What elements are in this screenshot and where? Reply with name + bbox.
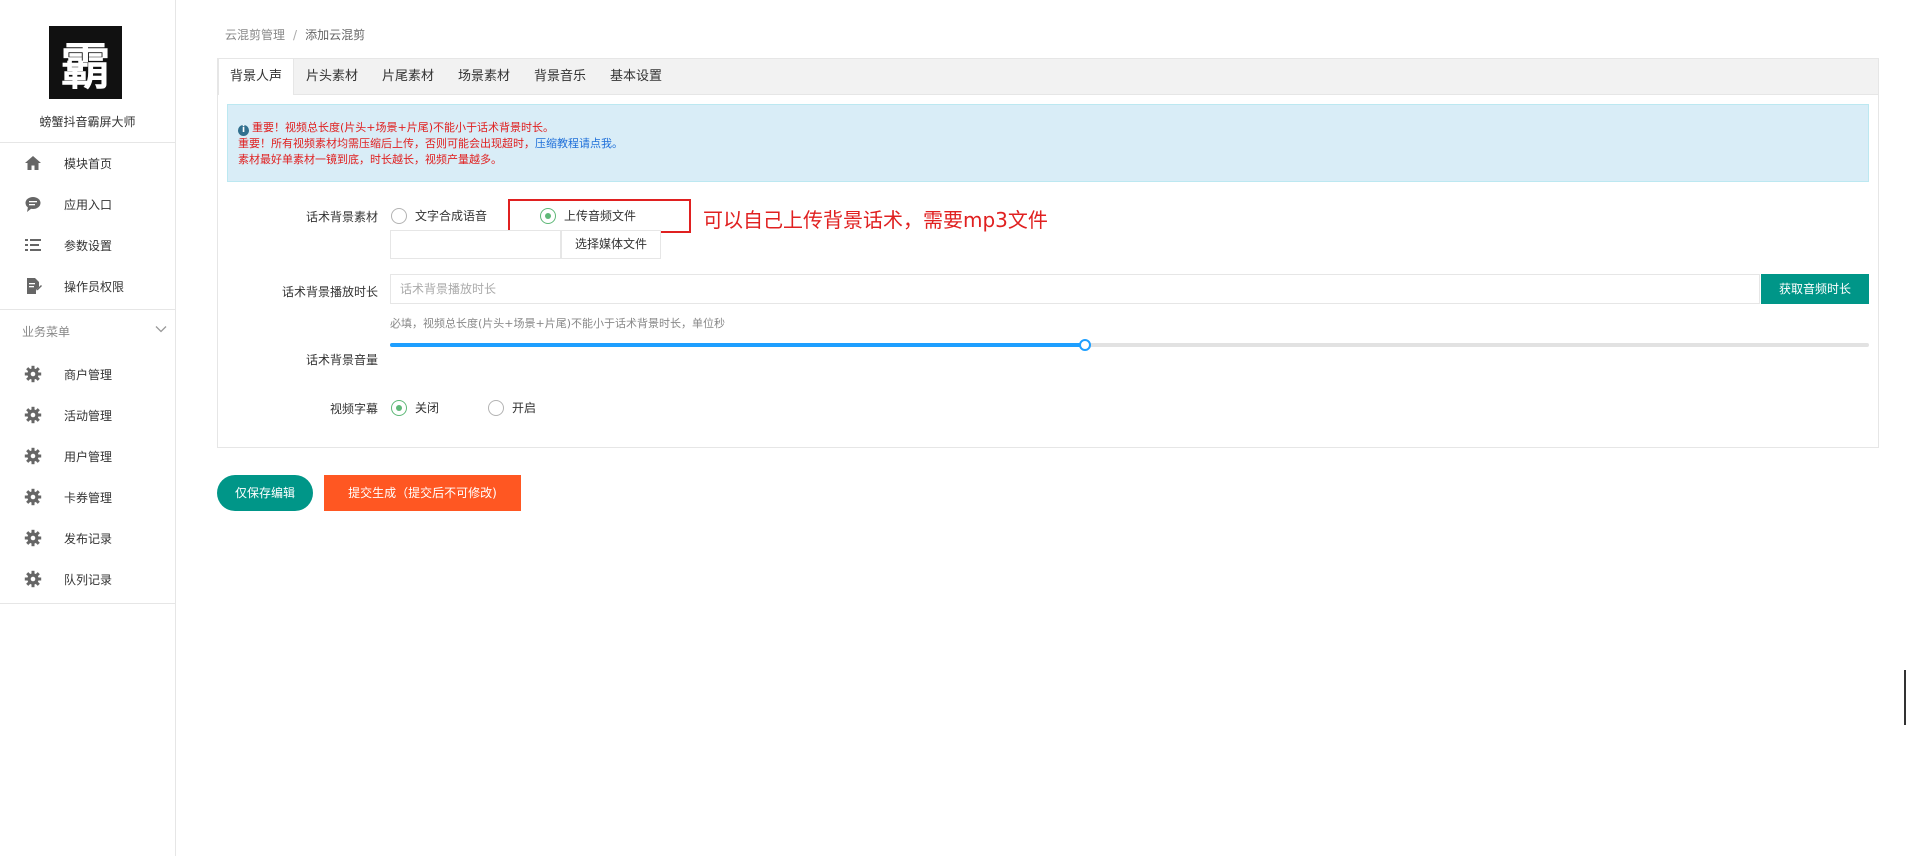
nav-item-label: 发布记录 (64, 531, 113, 546)
nav-item-queue-records[interactable]: 队列记录 (0, 559, 175, 599)
radio-tts-label: 文字合成语音 (415, 209, 488, 223)
bg-material-label: 话术背景素材 (305, 210, 378, 224)
volume-slider[interactable] (390, 339, 1869, 351)
notice-text-2: 重要！所有视频素材均需压缩后上传，否则可能会出现超时， (238, 137, 535, 150)
form-panel: 背景人声 片头素材 片尾素材 场景素材 背景音乐 基本设置 i 重要！视频总长度(… (217, 58, 1879, 448)
tab-background-voice[interactable]: 背景人声 (218, 59, 294, 95)
nav-item-label: 应用入口 (64, 197, 113, 212)
nav-item-label: 参数设置 (64, 238, 113, 253)
subtitle-label: 视频字幕 (329, 402, 378, 416)
sidebar: 霸 螃蟹抖音霸屏大师 模块首页 应用入口 参数设置 操作员权限 业务菜单 商户管… (0, 0, 176, 856)
app-logo: 霸 (49, 26, 122, 99)
nav-item-label: 活动管理 (64, 408, 113, 423)
nav-item-label: 卡券管理 (64, 490, 113, 505)
tab-bar: 背景人声 片头素材 片尾素材 场景素材 背景音乐 基本设置 (218, 59, 1878, 95)
compress-tutorial-link[interactable]: 压缩教程请点我。 (535, 137, 623, 150)
notice-line-1: i 重要！视频总长度(片头+场景+片尾)不能小于话术背景时长。 (238, 119, 554, 136)
tab-scene-material[interactable]: 场景素材 (446, 59, 522, 94)
gear-icon (24, 570, 42, 588)
volume-label: 话术背景音量 (305, 353, 378, 367)
gear-icon (24, 529, 42, 547)
nav-item-operator-permissions[interactable]: 操作员权限 (0, 266, 175, 306)
notice-line-2: 重要！所有视频素材均需压缩后上传，否则可能会出现超时，压缩教程请点我。 (238, 135, 623, 151)
divider (0, 603, 175, 604)
duration-input[interactable] (390, 274, 1760, 304)
tab-basic-settings[interactable]: 基本设置 (598, 59, 674, 94)
nav-item-label: 模块首页 (64, 156, 113, 171)
document-edit-icon (27, 278, 42, 294)
radio-subtitle-on[interactable]: 开启 (488, 399, 536, 416)
radio-subtitle-off[interactable]: 关闭 (391, 399, 439, 416)
list-icon (25, 239, 41, 251)
media-file-field[interactable] (390, 230, 561, 259)
nav-item-label: 操作员权限 (64, 279, 125, 294)
volume-slider-fill (390, 343, 1086, 347)
breadcrumb-parent[interactable]: 云混剪管理 (225, 28, 285, 42)
breadcrumb: 云混剪管理 / 添加云混剪 (225, 26, 365, 43)
nav-item-label: 队列记录 (64, 572, 113, 587)
notice-text-3: 素材最好单素材一镜到底，时长越长，视频产量越多。 (238, 153, 502, 166)
scroll-edge-mark (1904, 670, 1906, 725)
nav-item-label: 用户管理 (64, 449, 113, 464)
nav-item-coupon-management[interactable]: 卡券管理 (0, 477, 175, 517)
nav-item-user-management[interactable]: 用户管理 (0, 436, 175, 476)
annotation-highlight-box (508, 199, 691, 233)
tab-background-music[interactable]: 背景音乐 (522, 59, 598, 94)
radio-circle (488, 399, 504, 416)
tab-outro-material[interactable]: 片尾素材 (370, 59, 446, 94)
nav-item-label: 商户管理 (64, 367, 113, 382)
gear-icon (24, 365, 42, 383)
nav-item-publish-records[interactable]: 发布记录 (0, 518, 175, 558)
radio-circle-selected (391, 399, 407, 416)
radio-subtitle-off-label: 关闭 (415, 401, 440, 415)
radio-circle (391, 207, 407, 224)
divider (0, 309, 175, 310)
home-icon (25, 156, 41, 170)
notice-text-1: 重要！视频总长度(片头+场景+片尾)不能小于话术背景时长。 (252, 121, 555, 134)
notice-line-3: 素材最好单素材一镜到底，时长越长，视频产量越多。 (238, 151, 502, 167)
tab-intro-material[interactable]: 片头素材 (294, 59, 370, 94)
get-audio-duration-button[interactable]: 获取音频时长 (1761, 274, 1869, 304)
menu-group-title: 业务菜单 (22, 325, 71, 339)
breadcrumb-current: 添加云混剪 (305, 28, 366, 42)
save-only-button[interactable]: 仅保存编辑 (217, 475, 313, 511)
breadcrumb-separator: / (293, 28, 298, 42)
nav-item-activity-management[interactable]: 活动管理 (0, 395, 175, 435)
duration-hint: 必填，视频总长度(片头+场景+片尾)不能小于话术背景时长，单位秒 (390, 317, 726, 330)
gear-icon (24, 447, 42, 465)
nav-item-params[interactable]: 参数设置 (0, 225, 175, 265)
nav-item-merchant-management[interactable]: 商户管理 (0, 354, 175, 394)
annotation-text: 可以自己上传背景话术，需要mp3文件 (703, 208, 1048, 232)
gear-icon (24, 488, 42, 506)
duration-label: 话术背景播放时长 (281, 285, 378, 299)
chevron-down-icon[interactable] (154, 322, 168, 336)
chat-icon (25, 197, 41, 212)
notice-alert: i 重要！视频总长度(片头+场景+片尾)不能小于话术背景时长。 重要！所有视频素材… (227, 104, 1869, 182)
choose-media-file-button[interactable]: 选择媒体文件 (561, 230, 661, 259)
nav-item-home[interactable]: 模块首页 (0, 143, 175, 183)
submit-generate-button[interactable]: 提交生成（提交后不可修改) (324, 475, 521, 511)
gear-icon (24, 406, 42, 424)
nav-item-app-entry[interactable]: 应用入口 (0, 184, 175, 224)
brand-name: 螃蟹抖音霸屏大师 (39, 115, 136, 129)
radio-subtitle-on-label: 开启 (512, 401, 537, 415)
volume-slider-handle[interactable] (1079, 339, 1092, 351)
radio-tts[interactable]: 文字合成语音 (391, 207, 487, 224)
